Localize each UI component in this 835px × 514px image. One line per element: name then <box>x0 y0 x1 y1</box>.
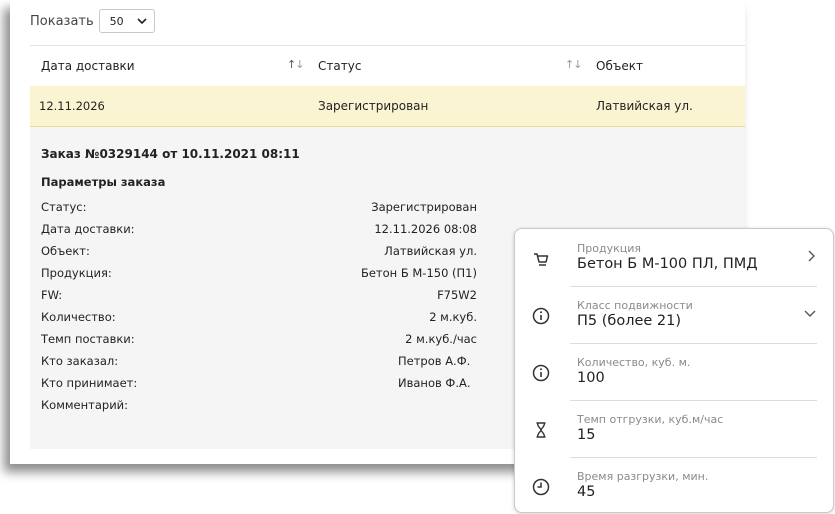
field-label: Класс подвижности <box>577 299 693 312</box>
row-object: Латвийская ул. <box>596 99 693 113</box>
info-icon <box>532 364 550 382</box>
param-value: Латвийская ул. <box>384 244 477 258</box>
hourglass-icon <box>536 422 546 438</box>
row-delivery-date: 12.11.2026 <box>39 99 105 113</box>
cart-icon <box>534 253 549 266</box>
order-params-heading: Параметры заказа <box>41 175 166 189</box>
param-value: 2 м.куб. <box>429 310 477 324</box>
param-label: Количество: <box>41 310 116 324</box>
param-label: Объект: <box>41 244 90 258</box>
param-label: Темп поставки: <box>41 332 135 346</box>
column-header-status[interactable]: Статус <box>318 59 361 73</box>
mobility-class-field[interactable]: Класс подвижности П5 (более 21) <box>515 286 833 343</box>
product-field[interactable]: Продукция Бетон Б М-100 ПЛ, ПМД <box>515 229 833 286</box>
table-row-selected[interactable]: 12.11.2026 Зарегистрирован Латвийская ул… <box>30 86 745 127</box>
param-label: Кто принимает: <box>41 376 138 390</box>
info-icon <box>532 307 550 325</box>
field-value: 100 <box>577 370 605 386</box>
field-label: Продукция <box>577 242 641 255</box>
page-size-value: 50 <box>109 14 124 28</box>
param-value: Петров А.Ф. <box>398 354 471 368</box>
clock-icon <box>532 478 550 496</box>
param-value: F75W2 <box>437 288 477 302</box>
param-value: Зарегистрирован <box>371 200 477 214</box>
field-label: Время разгрузки, мин. <box>577 470 709 483</box>
unloading-time-field[interactable]: Время разгрузки, мин. 45 <box>515 457 833 514</box>
param-value: Бетон Б М-150 (П1) <box>360 266 477 280</box>
param-label: Кто заказал: <box>41 354 119 368</box>
page-size-control: Показать 50 <box>30 7 155 35</box>
chevron-right-icon[interactable] <box>805 249 817 263</box>
chevron-down-icon <box>137 17 147 24</box>
show-label: Показать <box>30 13 94 29</box>
param-label: FW: <box>41 288 63 302</box>
field-value: 15 <box>577 427 596 443</box>
param-label: Дата доставки: <box>41 222 135 236</box>
field-label: Количество, куб. м. <box>577 356 691 369</box>
shipping-rate-field[interactable]: Темп отгрузки, куб.м/час 15 <box>515 400 833 457</box>
field-value: П5 (более 21) <box>577 313 682 329</box>
order-title: Заказ №0329144 от 10.11.2021 08:11 <box>41 147 300 161</box>
sort-icon[interactable]: ↑↓ <box>565 58 582 71</box>
column-header-object[interactable]: Объект <box>596 59 643 73</box>
order-form-panel: Продукция Бетон Б М-100 ПЛ, ПМД Класс по… <box>514 228 834 513</box>
chevron-down-icon[interactable] <box>803 306 817 320</box>
quantity-field[interactable]: Количество, куб. м. 100 <box>515 343 833 400</box>
column-header-delivery-date[interactable]: Дата доставки <box>41 59 135 73</box>
param-label: Статус: <box>41 200 87 214</box>
sort-icon[interactable]: ↑↓ <box>287 58 304 71</box>
table-header: Дата доставки ↑↓ Статус ↑↓ Объект <box>30 45 745 88</box>
field-value: 45 <box>577 484 596 500</box>
field-value: Бетон Б М-100 ПЛ, ПМД <box>577 256 758 272</box>
param-value: 2 м.куб./час <box>405 332 477 346</box>
row-status: Зарегистрирован <box>318 99 429 113</box>
page-size-select[interactable]: 50 <box>98 9 155 33</box>
param-value: 12.11.2026 08:08 <box>374 222 477 236</box>
field-label: Темп отгрузки, куб.м/час <box>577 413 724 426</box>
param-value: Иванов Ф.А. <box>398 376 471 390</box>
param-label: Комментарий: <box>41 398 129 412</box>
param-label: Продукция: <box>41 266 112 280</box>
